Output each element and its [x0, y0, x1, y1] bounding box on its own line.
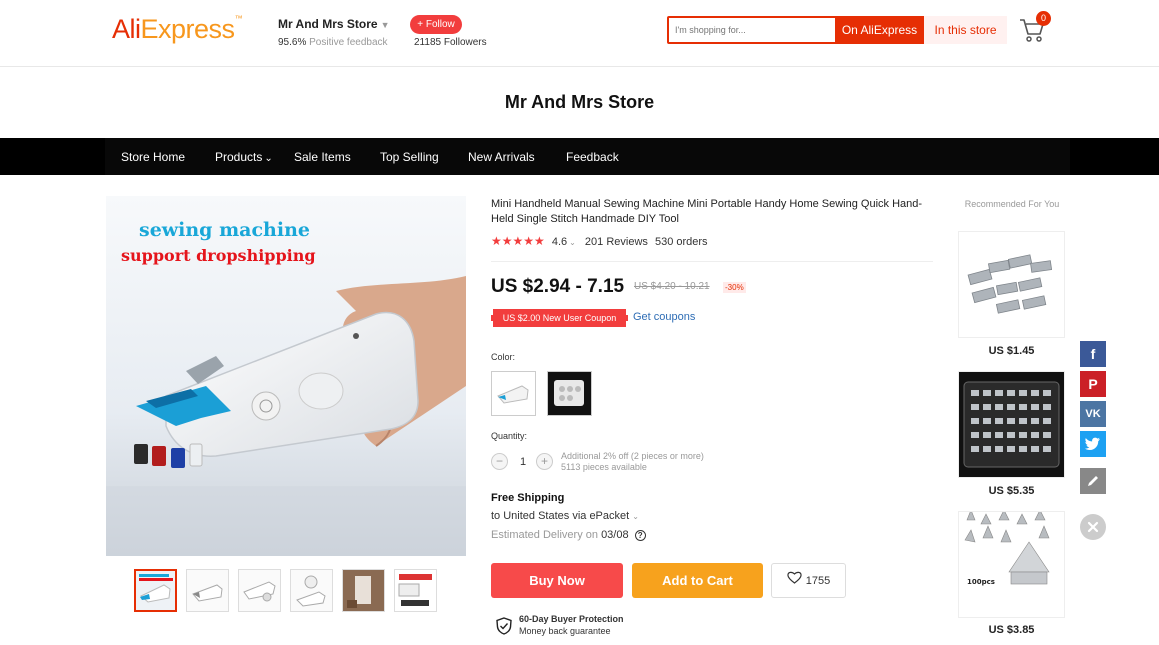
recommended-title: Recommended For You	[964, 199, 1060, 209]
store-navbar: Store Home Products ⌄ Sale Items Top Sell…	[0, 138, 1159, 175]
thumbnail-4[interactable]	[290, 569, 333, 612]
get-coupons-link[interactable]: Get coupons	[633, 311, 695, 323]
new-user-coupon[interactable]: US $2.00 New User Coupon	[491, 309, 628, 327]
orders-count: 530 orders	[654, 236, 708, 248]
vk-icon[interactable]: VK	[1080, 401, 1106, 427]
buy-now-button[interactable]: Buy Now	[491, 563, 623, 598]
add-to-cart-button[interactable]: Add to Cart	[632, 563, 763, 598]
estimated-delivery: Estimated Delivery on 03/08 ?	[491, 529, 646, 541]
discount-badge: -30%	[723, 282, 746, 293]
rating-stars: ★★★★★	[491, 234, 545, 248]
follow-button[interactable]: + Follow	[410, 15, 462, 34]
reviews-count[interactable]: 201 Reviews	[585, 236, 648, 248]
rating-value[interactable]: 4.6	[552, 236, 567, 248]
shield-icon	[496, 617, 512, 640]
recommended-item-3[interactable]: 100pcs	[958, 511, 1065, 618]
recommended-item-1[interactable]	[958, 231, 1065, 338]
search-input[interactable]	[675, 21, 825, 39]
product-title: Mini Handheld Manual Sewing Machine Mini…	[491, 198, 923, 225]
followers-count: 21185 Followers	[414, 37, 487, 48]
edit-icon[interactable]	[1080, 468, 1106, 494]
store-title: Mr And Mrs Store	[504, 92, 655, 112]
help-icon[interactable]: ?	[634, 530, 646, 541]
recommended-item-2[interactable]	[958, 371, 1065, 478]
chevron-down-icon: ⌄	[569, 238, 576, 247]
recommended-price-3: US $3.85	[988, 624, 1035, 636]
thumbnail-1[interactable]	[134, 569, 177, 612]
shipping-destination[interactable]: to United States via ePacket ⌄	[491, 510, 639, 522]
quantity-info: Additional 2% off (2 pieces or more) 511…	[561, 451, 704, 472]
recommended-price-1: US $1.45	[988, 345, 1035, 357]
nav-top-selling[interactable]: Top Selling	[380, 150, 439, 164]
shipping-title: Free Shipping	[491, 492, 565, 504]
close-icon[interactable]	[1080, 514, 1106, 540]
quantity-decrease-button[interactable]: −	[491, 453, 508, 470]
image-overlay-line2: support dropshipping	[121, 246, 316, 265]
quantity-label: Quantity:	[491, 431, 528, 441]
original-price: US $4.20 - 10.21	[634, 281, 710, 292]
cart-count-badge: 0	[1036, 11, 1051, 26]
price-range: US $2.94 - 7.15	[491, 276, 625, 297]
aliexpress-logo[interactable]: AliExpress™	[112, 14, 243, 45]
facebook-icon[interactable]: f	[1080, 341, 1106, 367]
twitter-icon[interactable]	[1080, 431, 1106, 457]
store-name-dropdown[interactable]: Mr And Mrs Store ▼	[278, 17, 389, 31]
chevron-down-icon: ⌄	[632, 512, 639, 521]
caret-down-icon: ▼	[380, 20, 390, 30]
wishlist-button[interactable]: 1755	[771, 563, 846, 598]
nav-new-arrivals[interactable]: New Arrivals	[468, 150, 535, 164]
main-product-image[interactable]: sewing machine support dropshipping	[106, 196, 466, 556]
search-on-aliexpress-button[interactable]: On AliExpress	[835, 16, 924, 44]
color-option-white[interactable]	[491, 371, 536, 416]
thumbnail-6[interactable]	[394, 569, 437, 612]
buyer-protection: 60-Day Buyer Protection Money back guara…	[519, 614, 624, 636]
nav-products[interactable]: Products ⌄	[215, 150, 273, 164]
color-option-kit[interactable]	[547, 371, 592, 416]
search-box: On AliExpress In this store	[667, 16, 1007, 44]
pinterest-icon[interactable]: P	[1080, 371, 1106, 397]
heart-icon	[787, 564, 802, 599]
nav-sale-items[interactable]: Sale Items	[294, 150, 351, 164]
nav-store-home[interactable]: Store Home	[121, 150, 185, 164]
recommended-item-3-label: 100pcs	[967, 578, 995, 586]
chevron-down-icon: ⌄	[264, 153, 273, 164]
nav-feedback[interactable]: Feedback	[566, 150, 619, 164]
thumbnail-3[interactable]	[238, 569, 281, 612]
rating-summary: ★★★★★ 4.6 ⌄ 201 Reviews 530 orders	[491, 234, 708, 248]
divider	[491, 261, 933, 262]
recommended-price-2: US $5.35	[988, 485, 1035, 497]
thumbnail-5[interactable]	[342, 569, 385, 612]
search-in-store-button[interactable]: In this store	[924, 16, 1007, 44]
quantity-increase-button[interactable]: +	[536, 453, 553, 470]
quantity-value[interactable]: 1	[516, 456, 530, 468]
image-overlay-line1: sewing machine	[139, 219, 310, 241]
store-feedback: 95.6% Positive feedback	[278, 37, 388, 48]
color-label: Color:	[491, 352, 516, 362]
thumbnail-2[interactable]	[186, 569, 229, 612]
